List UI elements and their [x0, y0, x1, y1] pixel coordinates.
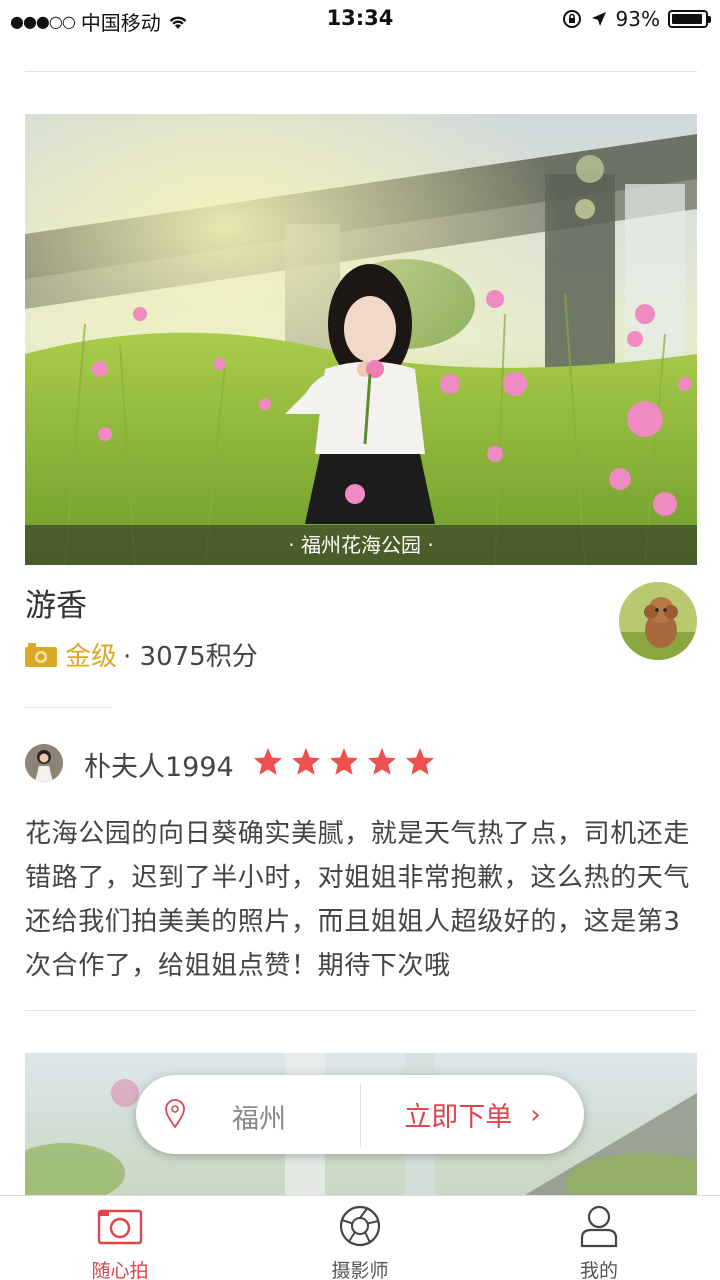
section-divider-short — [25, 707, 112, 708]
bottom-tab-bar: 随心拍 摄影师 我的 — [0, 1195, 720, 1280]
rank-label: 金级 — [65, 642, 118, 672]
tab-mine-label: 我的 — [579, 1260, 618, 1280]
status-right: 93% — [562, 7, 711, 31]
location-pin-icon — [165, 1099, 185, 1129]
photographer-avatar[interactable] — [619, 582, 697, 660]
star-icon — [292, 748, 320, 775]
battery-level — [672, 14, 702, 24]
city-selector[interactable]: 福州 — [136, 1075, 360, 1154]
points-label: · 3075积分 — [123, 642, 258, 672]
flower-field-photo — [25, 114, 697, 565]
review-divider — [25, 1010, 697, 1011]
battery-icon — [668, 10, 711, 28]
order-now-label: 立即下单 — [404, 1102, 513, 1133]
photographer-name[interactable]: 游香 — [25, 580, 87, 625]
photo-location-caption: · 福州花海公园 · — [25, 525, 697, 565]
rating-stars — [252, 746, 436, 778]
tab-photographers[interactable]: 摄影师 — [300, 1202, 420, 1280]
tab-photographers-label: 摄影师 — [331, 1260, 389, 1280]
user-icon — [580, 1205, 618, 1248]
rotation-lock-icon — [562, 10, 581, 28]
reviewer-avatar-image — [25, 744, 63, 782]
photographer-cover-photo[interactable]: · 福州花海公园 · — [25, 114, 697, 565]
location-arrow-icon — [591, 12, 606, 26]
reviewer-avatar[interactable] — [25, 744, 63, 782]
order-bar: 福州 立即下单 › — [136, 1075, 584, 1154]
review-text: 花海公园的向日葵确实美腻，就是天气热了点，司机还走错路了，迟到了半小时，对姐姐非… — [25, 819, 691, 981]
camera-icon — [97, 1209, 143, 1245]
top-divider — [25, 71, 697, 72]
photographer-rank: 金级 · 3075积分 — [25, 636, 258, 673]
tab-shoot[interactable]: 随心拍 — [60, 1202, 180, 1280]
camera-badge-icon — [25, 642, 57, 667]
dog-avatar-image — [619, 582, 697, 660]
star-icon — [368, 748, 396, 775]
star-icon — [254, 748, 282, 775]
reviewer-name: 朴夫人1994 — [84, 752, 234, 783]
tab-shoot-label: 随心拍 — [91, 1260, 149, 1280]
chevron-right-icon: › — [530, 1099, 541, 1130]
city-label: 福州 — [232, 1104, 286, 1135]
star-icon — [330, 748, 358, 775]
battery-percent: 93% — [615, 7, 660, 31]
status-bar: ●●●○○ 中国移动 13:34 93% — [0, 0, 720, 40]
aperture-icon — [339, 1205, 381, 1247]
order-now-button[interactable]: 立即下单 › — [361, 1075, 584, 1154]
tab-mine[interactable]: 我的 — [539, 1202, 659, 1280]
star-icon — [406, 748, 434, 775]
